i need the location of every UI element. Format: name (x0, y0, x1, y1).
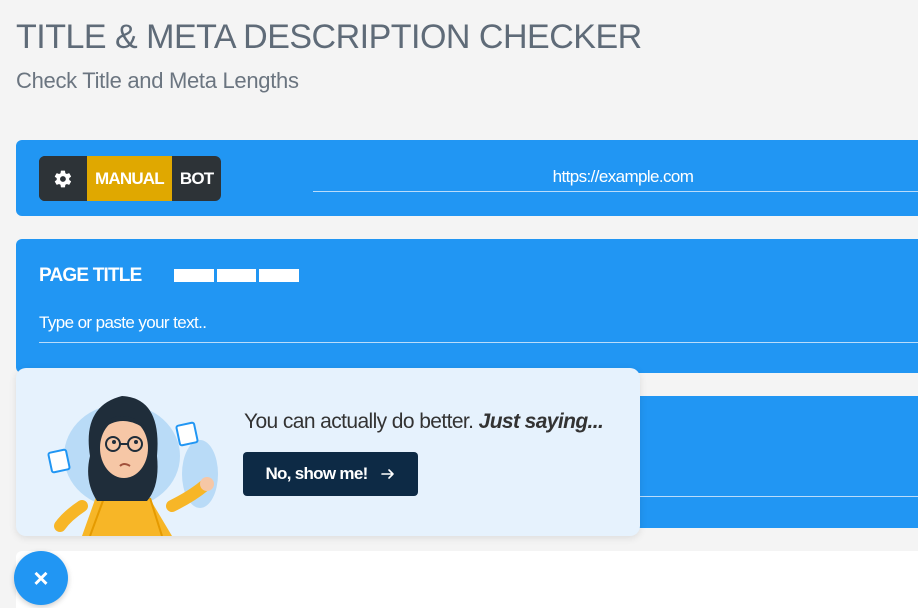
bot-mode-button[interactable]: BOT (172, 156, 221, 201)
close-icon: × (33, 562, 49, 593)
manual-mode-button[interactable]: MANUAL (87, 156, 172, 201)
length-indicator (174, 269, 299, 282)
feedback-popup: You can actually do better. Just saying.… (16, 368, 640, 536)
page-subtitle: Check Title and Meta Lengths (16, 68, 299, 93)
page-title: TITLE & META DESCRIPTION CHECKER (16, 18, 642, 56)
arrow-right-icon (380, 469, 394, 479)
length-bar-segment (174, 269, 214, 282)
popup-message-text: You can actually do better. (244, 410, 479, 433)
page-title-label: PAGE TITLE (39, 265, 142, 286)
gear-icon (54, 170, 72, 187)
confused-girl-illustration (47, 396, 218, 536)
close-popup-button[interactable]: × (14, 551, 68, 605)
settings-button[interactable] (39, 156, 87, 201)
length-bar-segment (259, 269, 299, 282)
popup-message: You can actually do better. Just saying.… (244, 410, 604, 434)
url-input[interactable] (313, 162, 918, 192)
page-title-input[interactable] (39, 303, 918, 343)
page-title-panel: PAGE TITLE (16, 239, 918, 373)
length-bar-segment (217, 269, 256, 282)
mode-toggle: MANUAL BOT (39, 156, 222, 201)
popup-message-emphasis: Just saying... (478, 410, 604, 433)
show-me-button[interactable]: No, show me! (243, 452, 418, 496)
mode-panel: MANUAL BOT (16, 140, 918, 216)
show-me-button-label: No, show me! (265, 464, 368, 483)
results-card (16, 551, 918, 608)
